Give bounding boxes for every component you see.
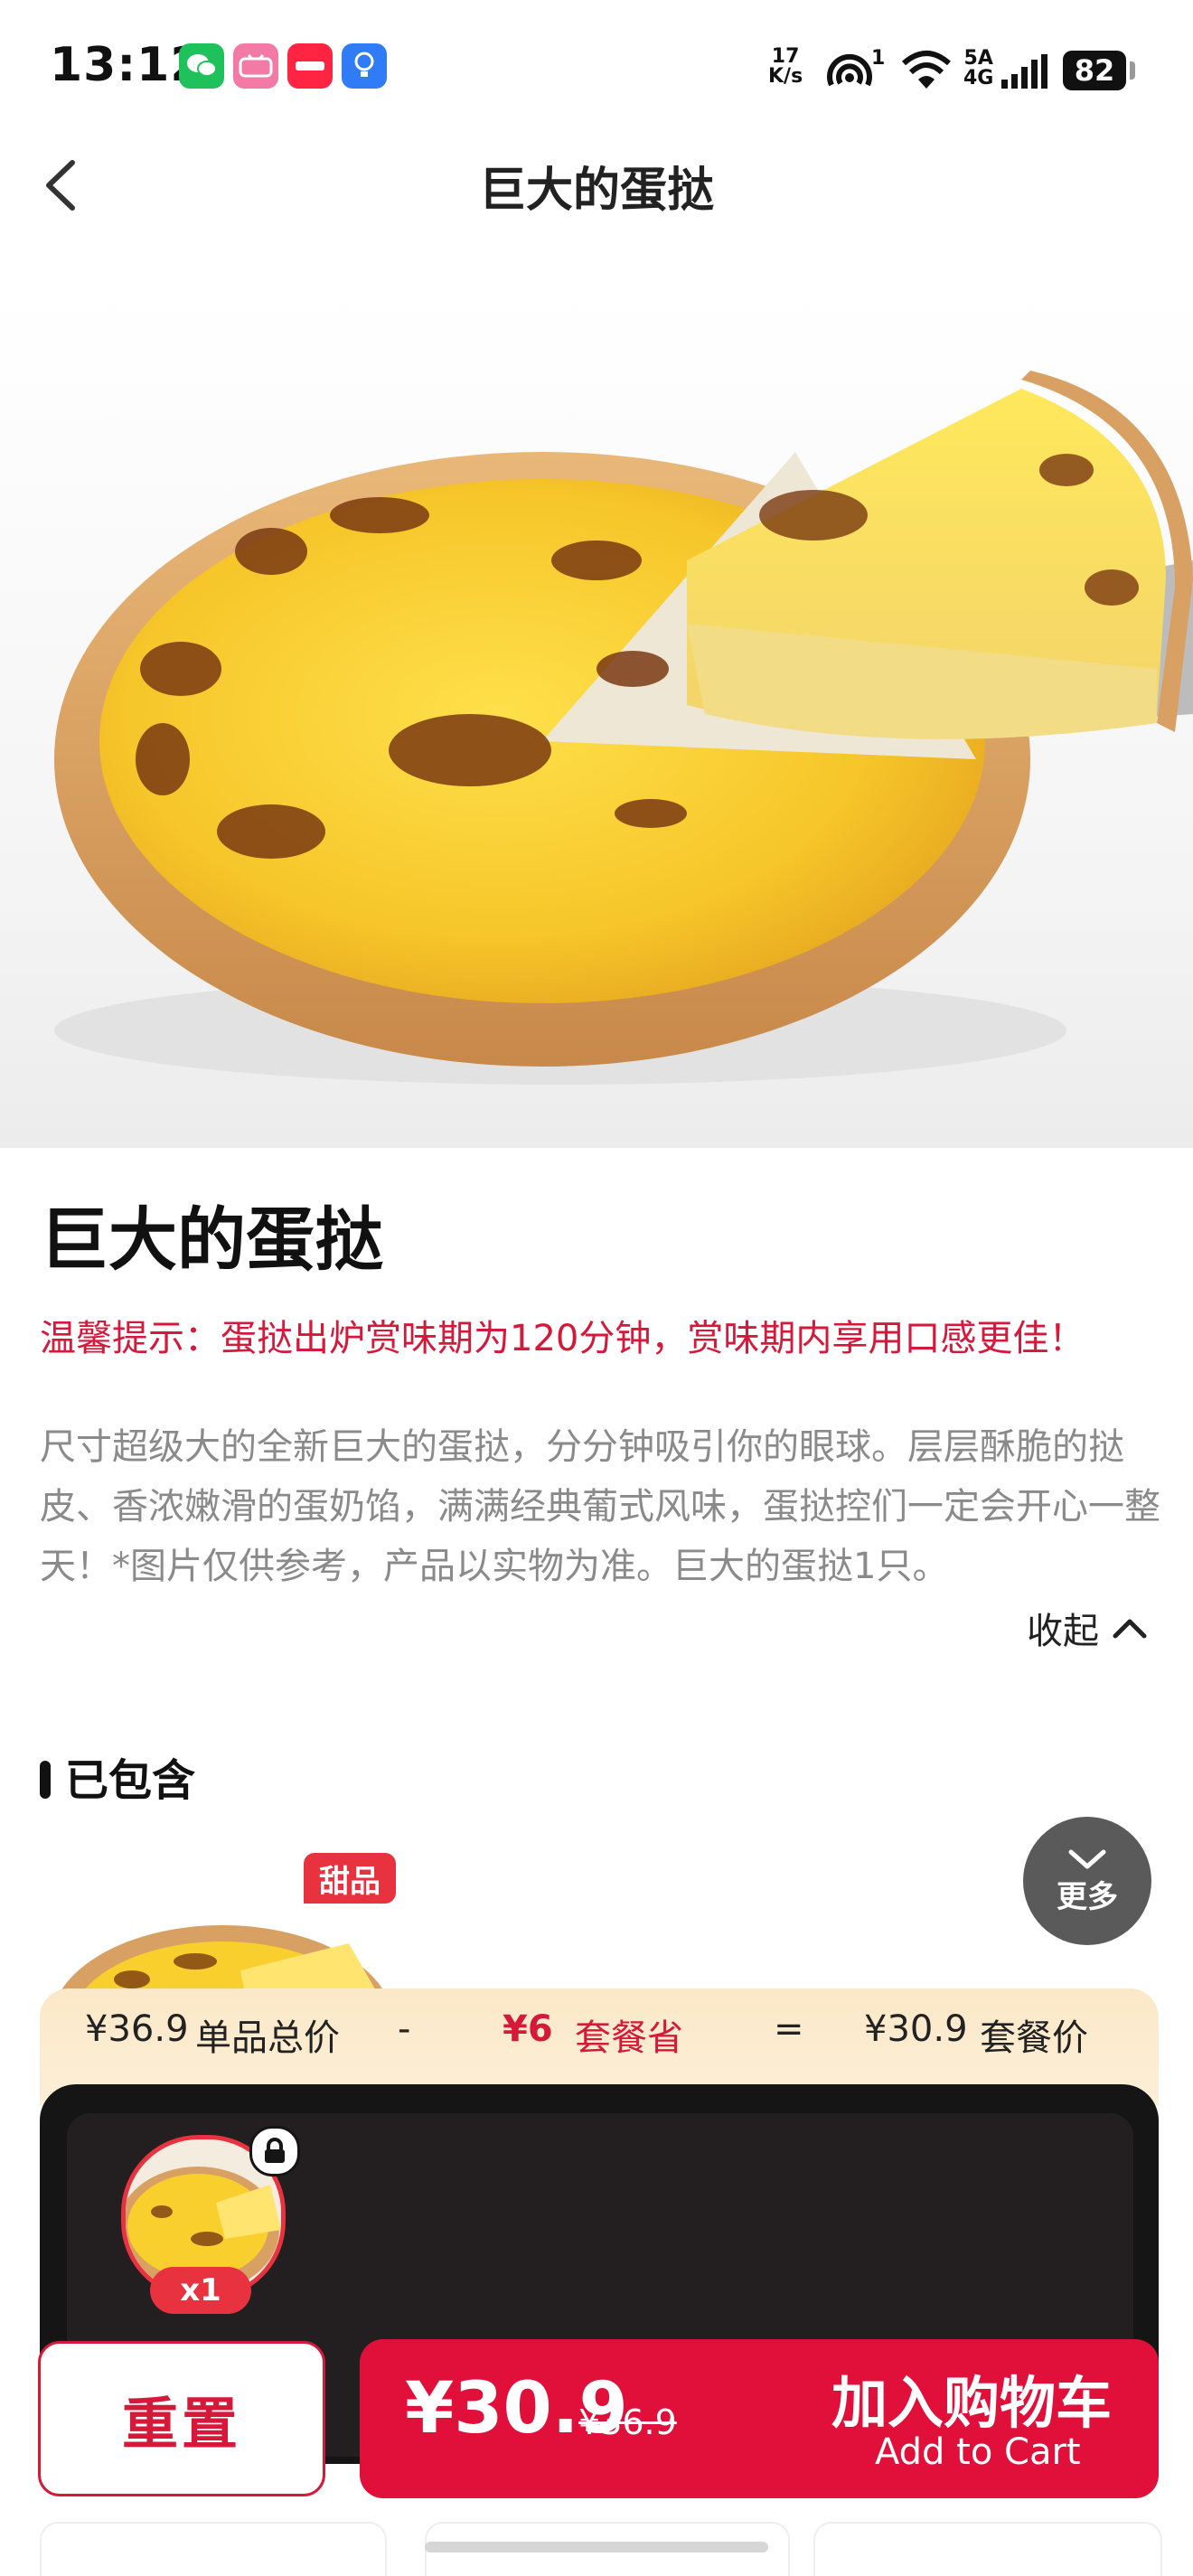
chevron-left-icon: [46, 160, 75, 211]
collapse-label: 收起: [1027, 1611, 1099, 1652]
chevron-up-icon: [1113, 1619, 1147, 1639]
net-speed: 17 K/s: [768, 47, 803, 87]
back-button[interactable]: [36, 154, 90, 217]
xiaohongshu-icon: [287, 43, 333, 89]
combo-label: 套餐价: [980, 2017, 1088, 2059]
product-description: 尺寸超级大的全新巨大的蛋挞，分分钟吸引你的眼球。层层酥脆的挞皮、香浓嫩滑的蛋奶馅…: [40, 1426, 1160, 1587]
option-card-peek: [40, 2522, 387, 2576]
hotspot-icon: [822, 47, 877, 94]
chevron-down-icon: [1068, 1849, 1106, 1868]
battery-tip: [1130, 61, 1135, 80]
tips-icon: [342, 43, 387, 89]
product-hero-image: [0, 289, 1193, 1148]
category-badge: 甜品: [304, 1853, 396, 1904]
included-section-title: 已包含: [65, 1755, 196, 1806]
status-bar: 13:12 17 K/s 1 5A 4G 82: [0, 0, 1193, 136]
minus-sign: -: [398, 2008, 411, 2050]
saved-label: 套餐省: [575, 2017, 683, 2059]
add-to-cart-label: 加入购物车: [831, 2370, 1113, 2436]
net-speed-value: 17: [771, 45, 800, 68]
page-title: 巨大的蛋挞: [478, 164, 714, 218]
wechat-icon: [179, 43, 224, 89]
equals-sign: =: [774, 2008, 804, 2050]
more-label: 更多: [1057, 1878, 1118, 1915]
single-total-label: 单品总价: [195, 2017, 340, 2059]
product-name: 巨大的蛋挞: [40, 1199, 383, 1280]
collapse-button[interactable]: 收起: [1027, 1602, 1148, 1654]
home-indicator[interactable]: [425, 2542, 768, 2552]
single-total-price: ¥36.9: [85, 2008, 189, 2050]
wifi-icon: [900, 49, 953, 94]
quantity-badge: x1: [150, 2267, 251, 2314]
more-button[interactable]: 更多: [1023, 1817, 1151, 1945]
option-card-peek: [813, 2522, 1162, 2576]
signal-bars-icon: [1000, 52, 1052, 94]
saved-amount: ¥6: [503, 2008, 553, 2050]
price-summary-row: ¥36.9 单品总价 - ¥6 套餐省 = ¥30.9 套餐价: [40, 2008, 1159, 2063]
signal-top: 5A: [963, 47, 993, 70]
battery-indicator: 82: [1063, 51, 1126, 90]
section-marker: [40, 1761, 51, 1799]
egg-tart-illustration: [54, 371, 1193, 1085]
reset-button[interactable]: 重置: [38, 2341, 325, 2496]
bilibili-icon: [233, 43, 278, 89]
add-to-cart-label-en: Add to Cart: [875, 2431, 1081, 2473]
combo-price: ¥30.9: [864, 2008, 968, 2050]
net-speed-unit: K/s: [768, 65, 803, 88]
freshness-tip: 温馨提示：蛋挞出炉赏味期为120分钟，赏味期内享用口感更佳！: [40, 1318, 1085, 1359]
lock-icon: [249, 2126, 300, 2176]
signal-bottom: 4G: [963, 67, 994, 89]
signal-label: 5A 4G: [963, 49, 993, 89]
cart-original-price: ¥36.9: [578, 2402, 677, 2442]
hotspot-count: 1: [871, 47, 886, 70]
